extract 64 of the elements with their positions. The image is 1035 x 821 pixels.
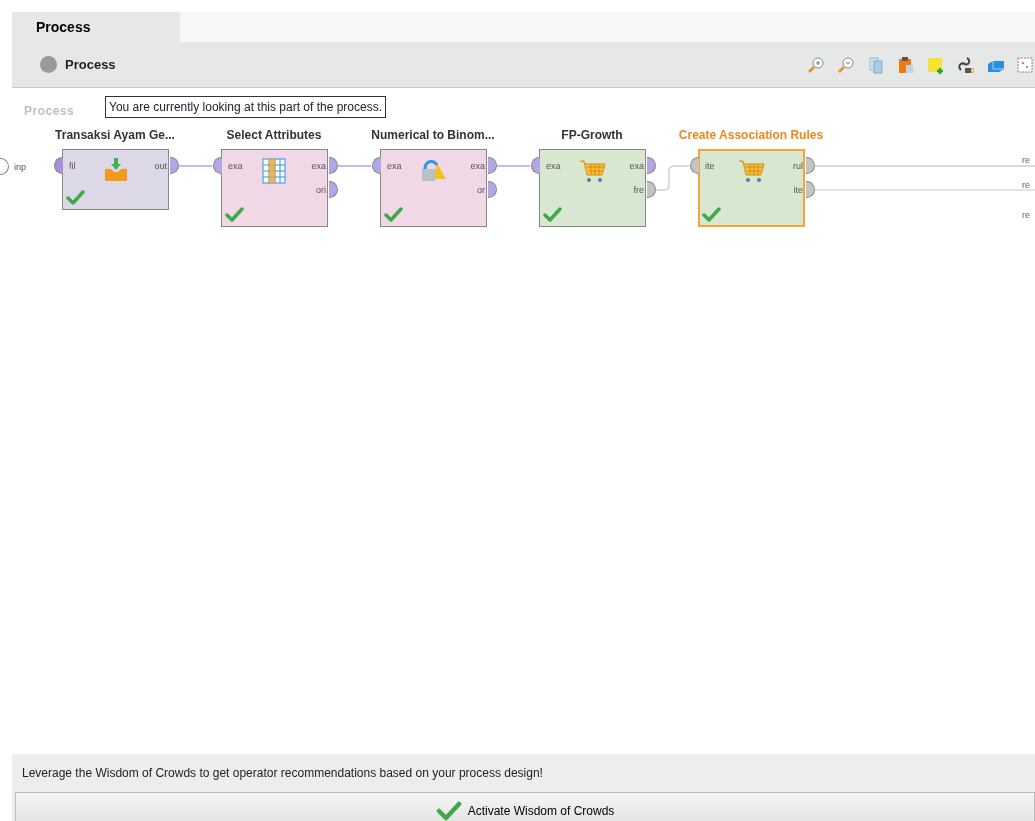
operator-title: Transaksi Ayam Ge... [55,127,175,144]
operator-title: FP-Growth [561,127,623,144]
port-label: re [1022,209,1030,222]
plug-icon[interactable] [957,55,975,74]
port[interactable] [170,157,179,174]
cart-icon [737,157,765,185]
port[interactable] [488,157,497,174]
port-label: inp [14,161,26,174]
connection-line [655,165,690,191]
port[interactable] [690,157,699,174]
port-label: re [1022,179,1030,192]
cart-icon [578,157,606,185]
input-port[interactable] [0,158,9,175]
tab[interactable]: Process [12,12,180,42]
port-label: ite [705,160,715,173]
zoom-out-icon[interactable] [837,55,855,74]
connection-line [496,165,531,167]
check-icon [435,799,462,821]
port[interactable] [806,157,815,174]
port-label: exa [629,160,644,173]
operator-title: Create Association Rules [678,127,824,144]
canvas-title: Process [24,103,75,120]
connection-line [178,165,213,167]
port-label: re [1022,154,1030,167]
port[interactable] [806,181,815,198]
zoom-in-icon[interactable] [807,55,825,74]
port-label: exa [311,160,326,173]
activate-button[interactable]: Activate Wisdom of Crowds [15,792,1035,821]
table-icon [260,157,288,185]
connection-line [337,165,372,167]
port[interactable] [647,181,656,198]
port[interactable] [54,157,63,174]
paste-icon[interactable] [897,55,915,74]
operator-box[interactable] [380,149,487,227]
tooltip: You are currently looking at this part of the process. [105,96,387,118]
port[interactable] [647,157,656,174]
operator-box[interactable] [221,149,328,227]
operator-box[interactable] [539,149,646,227]
note-icon[interactable] [927,55,945,74]
breadcrumb-link[interactable]: Process [65,54,116,75]
port-label: or [477,184,485,197]
port-label: rul [793,160,803,173]
recommendation-message: Leverage the Wisdom of Crowds to get operator recommendations based on your process design! [21,765,544,782]
port-label: fil [69,160,76,173]
process-icon [40,56,57,73]
operator-title: Numerical to Binom... [371,127,495,144]
grid-icon[interactable] [1017,55,1035,74]
port[interactable] [531,157,540,174]
port[interactable] [329,157,338,174]
port-label: out [154,160,167,173]
port[interactable] [329,181,338,198]
port-label: exa [546,160,561,173]
operator-box[interactable] [62,149,169,210]
port[interactable] [372,157,381,174]
operator-box[interactable] [698,149,805,227]
port-label: exa [470,160,485,173]
port-label: exa [228,160,243,173]
port-label: exa [387,160,402,173]
port-label: ite [793,184,803,197]
port[interactable] [488,181,497,198]
port[interactable] [213,157,222,174]
port-label: fre [633,184,644,197]
port-label: ori [316,184,326,197]
operator-title: Select Attributes [226,127,322,144]
